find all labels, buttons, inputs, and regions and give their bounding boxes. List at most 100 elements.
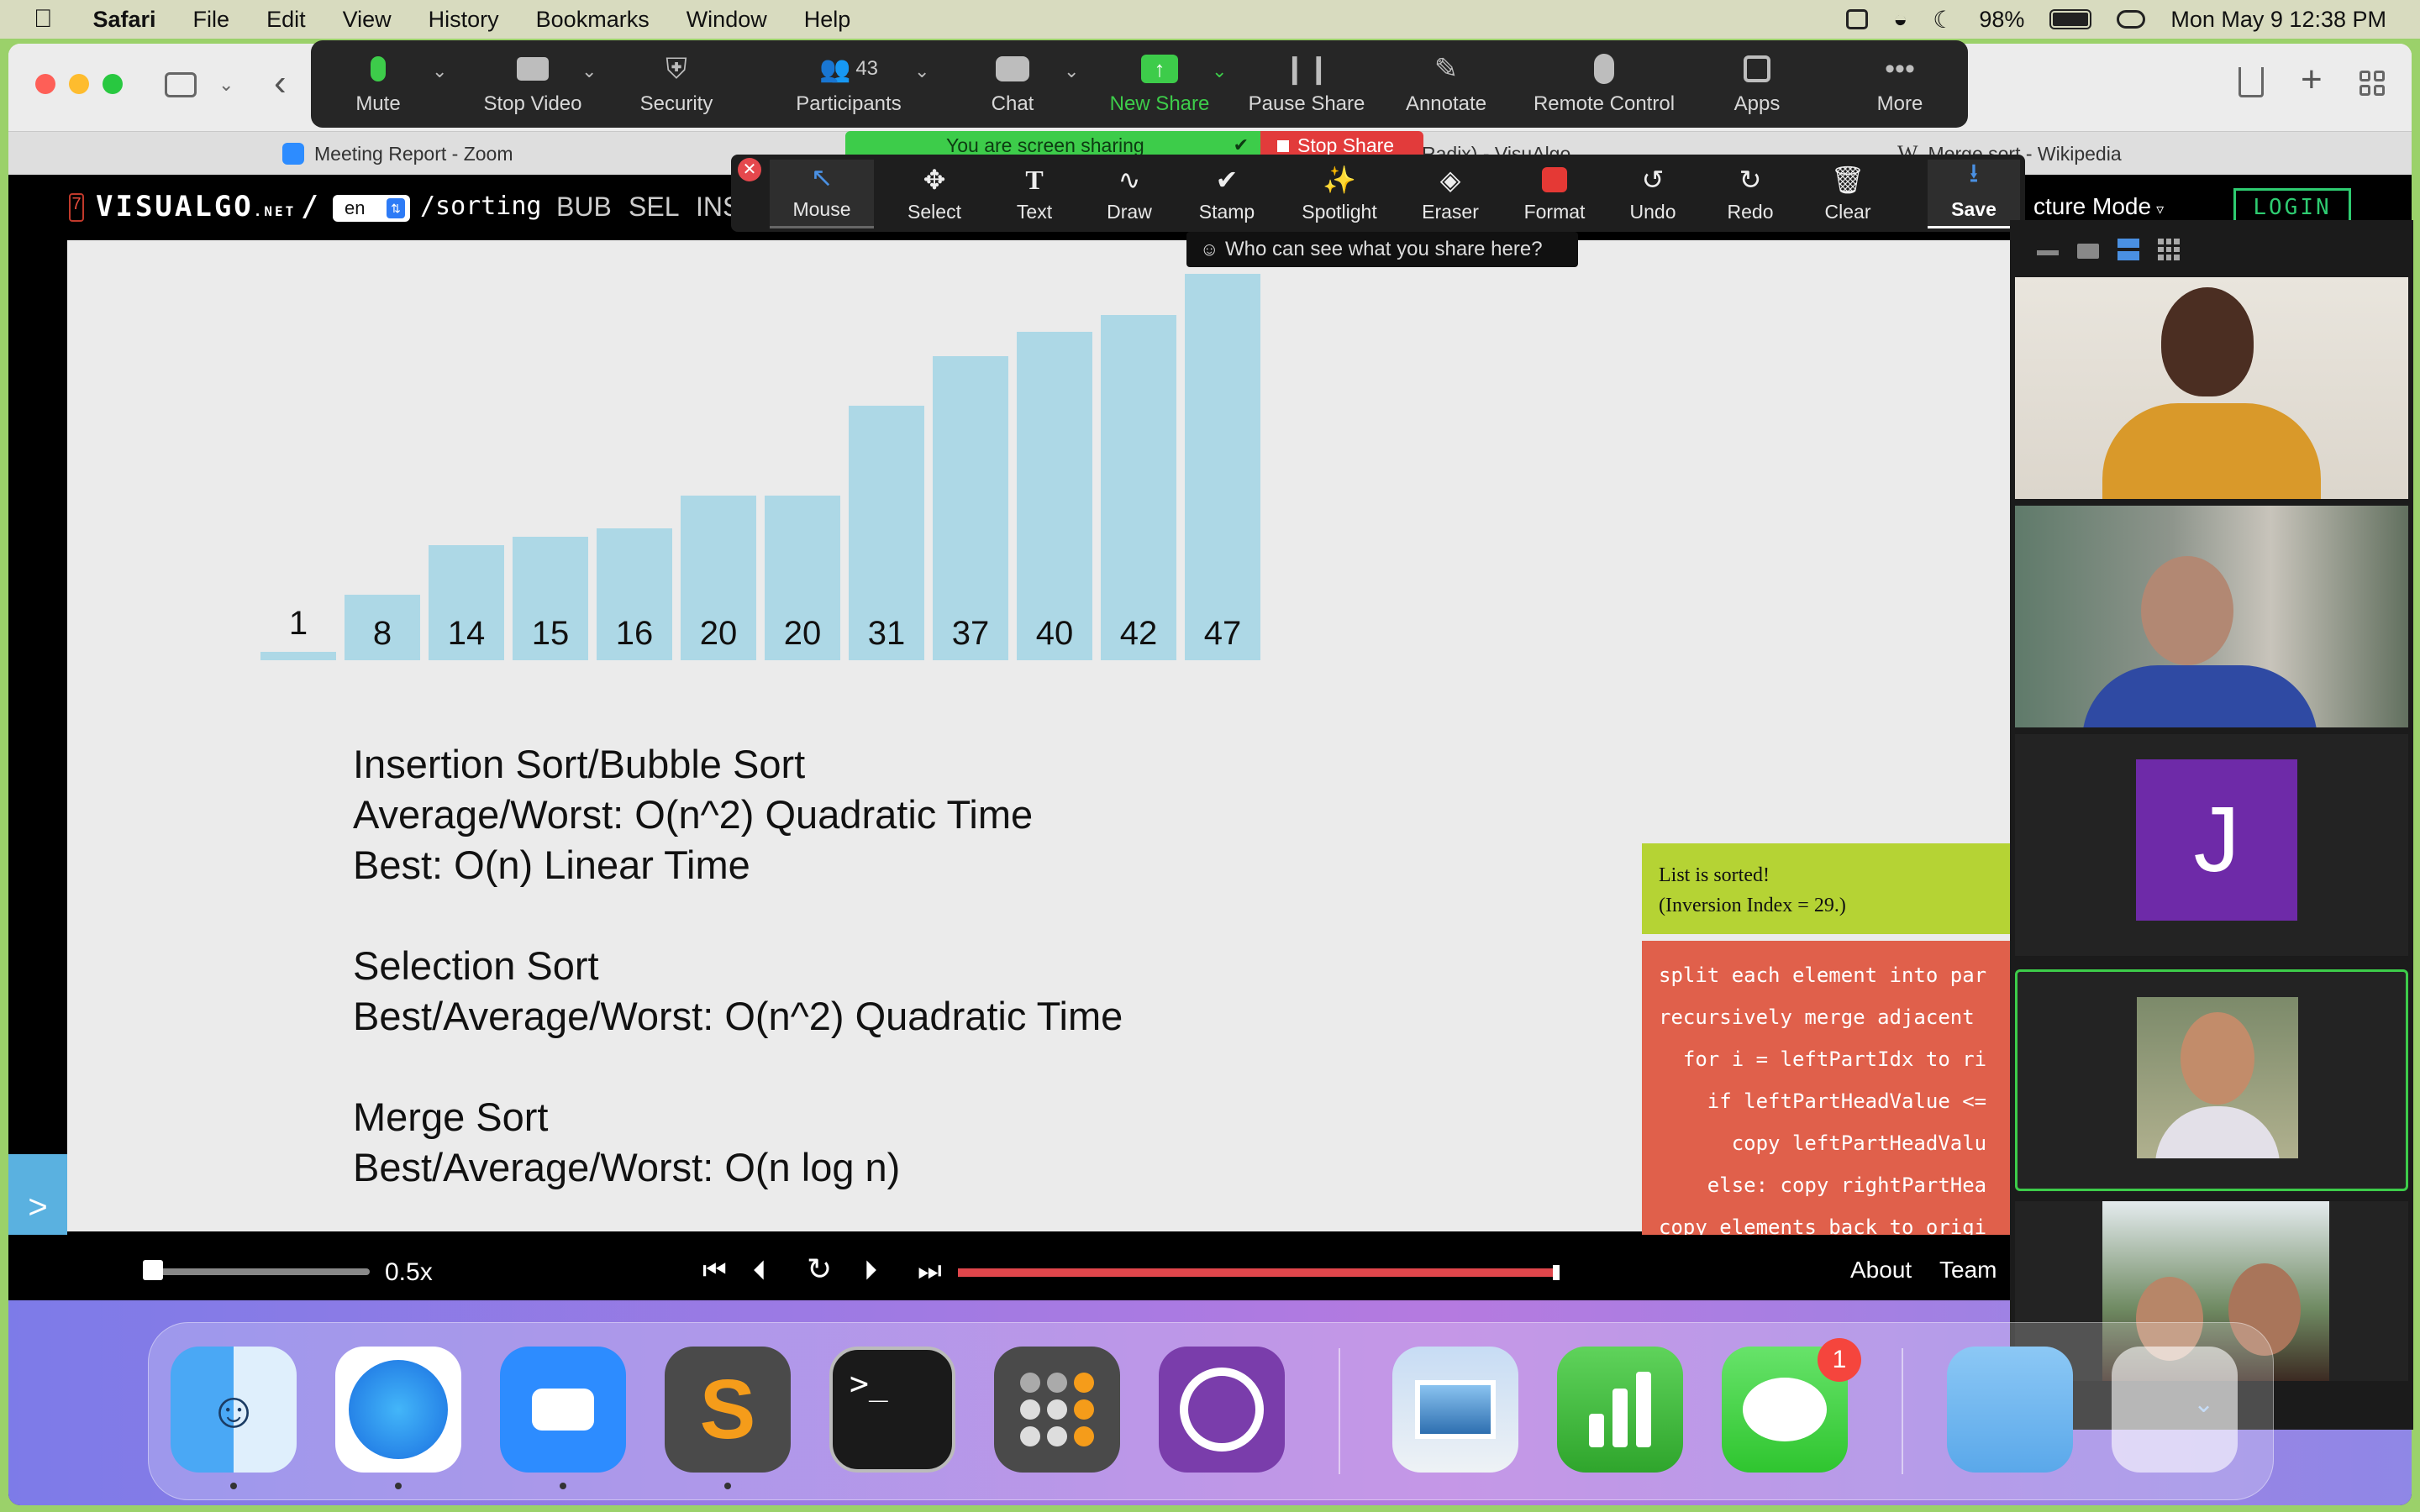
running-indicator bbox=[724, 1483, 731, 1489]
stop-video-button[interactable]: Stop Video bbox=[474, 49, 592, 124]
participants-button[interactable]: 👥 43 Participants bbox=[781, 49, 916, 124]
algo-tab-sel[interactable]: SEL bbox=[629, 192, 679, 223]
apps-button[interactable]: Apps bbox=[1719, 49, 1795, 124]
video-tile-3[interactable]: J bbox=[2015, 734, 2408, 956]
speed-slider[interactable] bbox=[143, 1260, 370, 1280]
redo-tool[interactable]: ↻ Redo bbox=[1712, 160, 1788, 228]
share-icon[interactable] bbox=[2238, 67, 2264, 97]
mouse-tool[interactable]: ↖ Mouse bbox=[770, 160, 874, 228]
more-button[interactable]: ••• More bbox=[1862, 49, 1938, 124]
chat-button[interactable]: Chat bbox=[975, 49, 1050, 124]
step-forward-icon[interactable]: ⏵ bbox=[864, 1255, 877, 1287]
finder-icon[interactable]: ☺ bbox=[171, 1347, 297, 1473]
chevron-down-icon[interactable]: ⌄ bbox=[914, 60, 929, 82]
thumbnail-view-icon[interactable] bbox=[2077, 244, 2099, 259]
spotlight-tool[interactable]: ✨ Spotlight bbox=[1289, 160, 1390, 228]
notification-badge: 1 bbox=[1818, 1338, 1861, 1382]
tab-meeting-report[interactable]: Meeting Report - Zoom bbox=[282, 132, 513, 176]
video-tile-4-active[interactable] bbox=[2015, 969, 2408, 1191]
menu-bookmarks[interactable]: Bookmarks bbox=[536, 7, 650, 33]
back-icon[interactable]: ‹ bbox=[274, 62, 287, 104]
speed-value: 0.5x bbox=[385, 1258, 433, 1286]
about-link[interactable]: About bbox=[1850, 1257, 1912, 1284]
chevron-down-icon[interactable]: ⌄ bbox=[581, 60, 597, 82]
control-center-icon[interactable] bbox=[2117, 10, 2146, 29]
chevron-down-icon[interactable]: ⌄ bbox=[432, 60, 447, 82]
zoom-icon[interactable] bbox=[500, 1347, 626, 1473]
menu-history[interactable]: History bbox=[429, 7, 499, 33]
pause-share-button[interactable]: ❙❙ Pause Share bbox=[1244, 49, 1370, 124]
replay-icon[interactable]: ↻ bbox=[807, 1252, 832, 1287]
text-tool[interactable]: T Text bbox=[997, 160, 1072, 228]
remote-control-button[interactable]: Remote Control bbox=[1524, 49, 1684, 124]
stamp-tool[interactable]: ✔ Stamp bbox=[1185, 160, 1269, 228]
new-tab-icon[interactable]: + bbox=[2301, 59, 2323, 101]
menu-file[interactable]: File bbox=[193, 7, 230, 33]
terminal-icon[interactable]: >_ bbox=[829, 1347, 955, 1473]
calculator-icon[interactable] bbox=[994, 1347, 1120, 1473]
step-back-icon[interactable]: ⏴ bbox=[753, 1255, 766, 1287]
menu-edit[interactable]: Edit bbox=[266, 7, 306, 33]
menu-view[interactable]: View bbox=[343, 7, 392, 33]
moon-icon[interactable]: ☾ bbox=[1933, 6, 1954, 34]
video-tile-1[interactable] bbox=[2015, 277, 2408, 499]
minimize-view-icon[interactable] bbox=[2037, 250, 2059, 255]
format-tool[interactable]: Format bbox=[1512, 160, 1597, 228]
participant-video-2 bbox=[2141, 556, 2233, 665]
gallery-view-icon[interactable] bbox=[2158, 239, 2180, 260]
team-link[interactable]: Team bbox=[1939, 1257, 1996, 1284]
person-icon: ☺ bbox=[1200, 239, 1219, 260]
tab-overview-icon[interactable] bbox=[2360, 71, 2385, 96]
folder-icon[interactable] bbox=[1947, 1347, 2073, 1473]
share-visibility-tooltip[interactable]: ☺ Who can see what you share here? bbox=[1186, 232, 1578, 267]
zoom-window-button[interactable] bbox=[103, 74, 123, 94]
participant-shirt-2 bbox=[2082, 665, 2317, 727]
trash-icon[interactable] bbox=[2112, 1347, 2238, 1473]
skip-end-icon[interactable]: ⏭ bbox=[918, 1255, 942, 1287]
speed-handle[interactable] bbox=[143, 1260, 163, 1280]
undo-tool[interactable]: ↺ Undo bbox=[1615, 160, 1691, 228]
safari-icon[interactable] bbox=[335, 1347, 461, 1473]
menu-clock[interactable]: Mon May 9 12:38 PM bbox=[2170, 7, 2386, 33]
preview-icon[interactable] bbox=[1392, 1347, 1518, 1473]
chevron-down-icon[interactable]: ⌄ bbox=[1212, 60, 1227, 82]
close-window-button[interactable] bbox=[35, 74, 55, 94]
language-select[interactable]: en ⇅ bbox=[333, 195, 410, 222]
mode-select[interactable]: cture Mode ▿ bbox=[2033, 193, 2164, 220]
progress-handle[interactable] bbox=[1553, 1265, 1560, 1280]
code-line-4: if leftPartHeadValue <= bbox=[1659, 1089, 1987, 1113]
video-tile-2[interactable] bbox=[2015, 506, 2408, 727]
menu-window[interactable]: Window bbox=[687, 7, 767, 33]
save-tool[interactable]: ⭳ Save bbox=[1928, 158, 2020, 228]
speaker-view-icon[interactable] bbox=[2118, 239, 2139, 260]
algo-tab-bub[interactable]: BUB bbox=[556, 192, 612, 223]
github-icon[interactable] bbox=[1159, 1347, 1285, 1473]
bar-value-label: 42 bbox=[1119, 615, 1158, 652]
menu-help[interactable]: Help bbox=[804, 7, 851, 33]
annotate-button[interactable]: ✎ Annotate bbox=[1392, 49, 1501, 124]
select-tool[interactable]: ✥ Select bbox=[892, 160, 976, 228]
new-share-button[interactable]: ↑ New Share bbox=[1101, 49, 1218, 124]
menu-app-name[interactable]: Safari bbox=[93, 7, 156, 33]
security-button[interactable]: ⛨ Security bbox=[630, 49, 723, 124]
apple-icon[interactable]:  bbox=[34, 5, 53, 34]
draw-tool[interactable]: ∿ Draw bbox=[1087, 160, 1171, 228]
close-annotation-icon[interactable]: ✕ bbox=[738, 158, 761, 181]
eraser-tool[interactable]: ◈ Eraser bbox=[1408, 160, 1492, 228]
drive-icon[interactable] bbox=[1846, 9, 1869, 29]
numbers-icon[interactable] bbox=[1557, 1347, 1683, 1473]
sublime-icon[interactable]: S bbox=[665, 1347, 791, 1473]
chevron-down-icon[interactable]: ⌄ bbox=[1064, 60, 1079, 82]
seven-icon[interactable]: 7 bbox=[69, 193, 84, 222]
minimize-window-button[interactable] bbox=[69, 74, 89, 94]
select-arrows-icon: ⇅ bbox=[387, 198, 405, 218]
wifi-icon[interactable]: ◒ bbox=[1893, 6, 1907, 33]
battery-icon[interactable] bbox=[2049, 9, 2092, 29]
progress-track[interactable] bbox=[958, 1265, 1560, 1280]
sidebar-toggle-icon[interactable] bbox=[165, 72, 197, 97]
chevron-down-icon[interactable]: ⌄ bbox=[218, 74, 234, 96]
skip-start-icon[interactable]: ⏮ bbox=[702, 1255, 727, 1287]
mute-button[interactable]: Mute bbox=[336, 49, 420, 124]
clear-tool[interactable]: 🗑 Clear bbox=[1810, 160, 1886, 228]
visualgo-logo[interactable]: VISUALGO.NET / bbox=[96, 190, 321, 223]
